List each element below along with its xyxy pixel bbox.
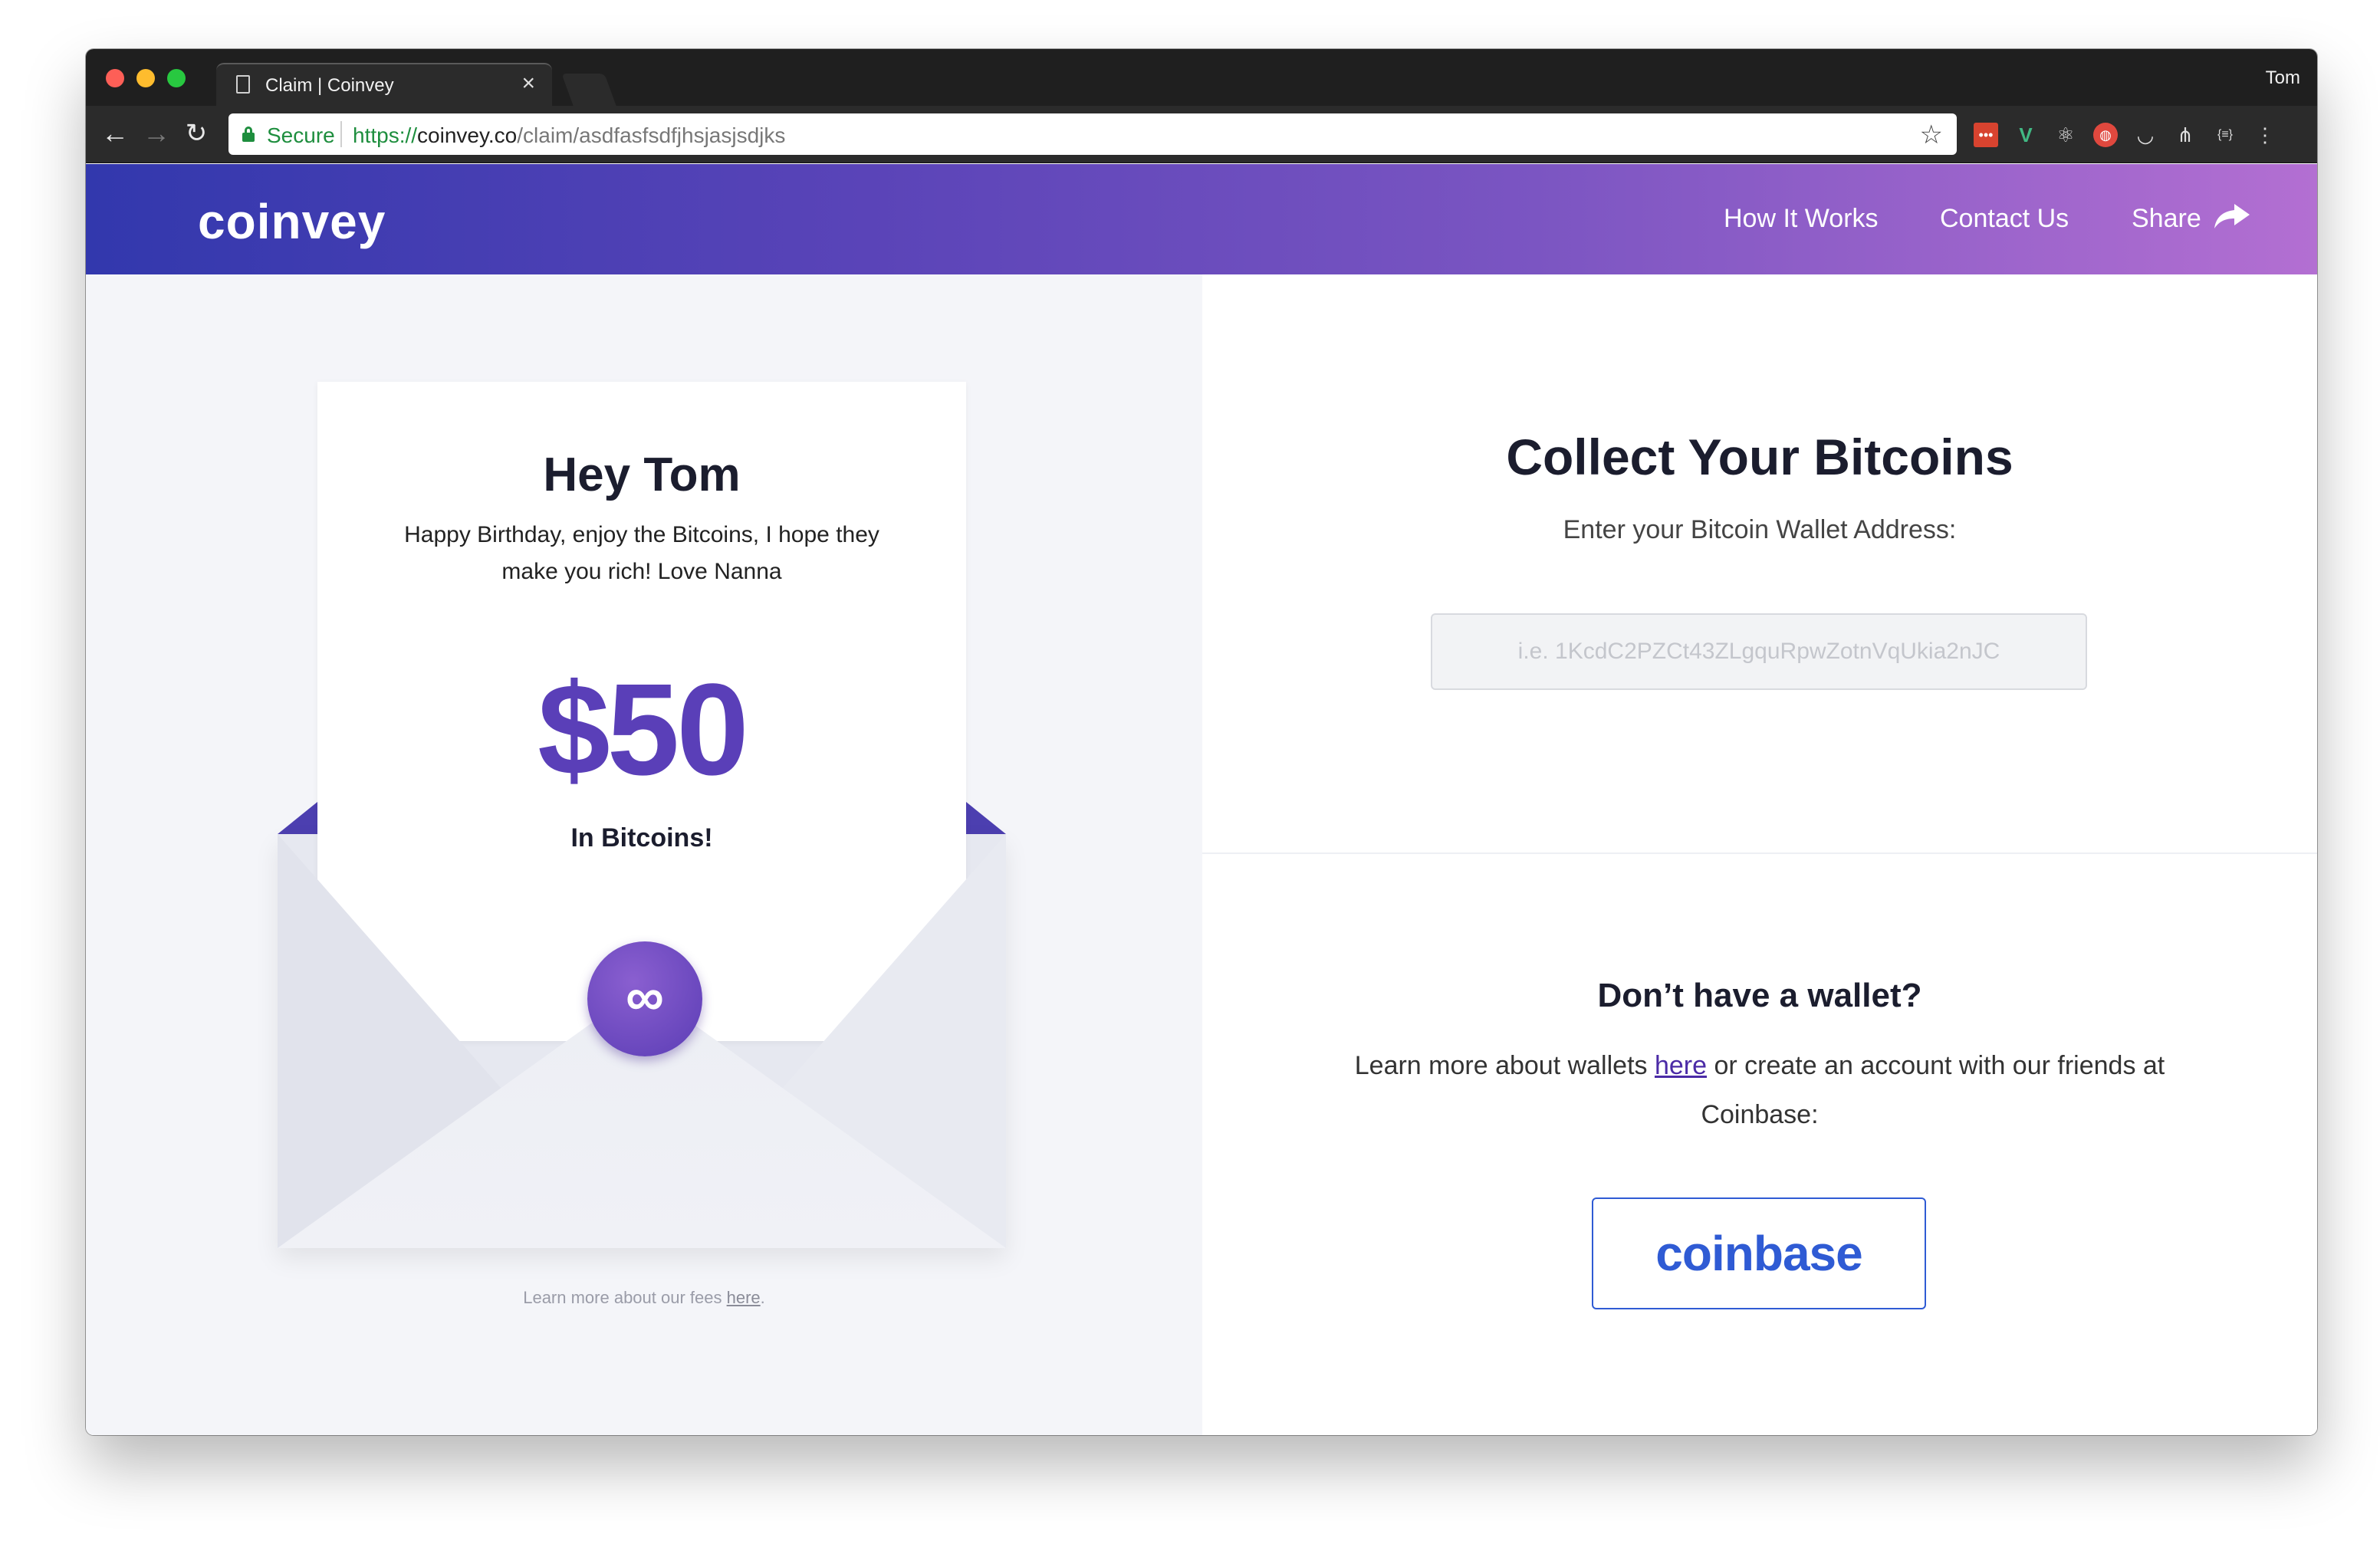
url-text[interactable]: https://coinvey.co/claim/asdfasfsdfjhsja…: [353, 123, 785, 148]
fees-link[interactable]: here: [727, 1288, 761, 1307]
url-scheme: https://: [353, 123, 418, 147]
nav-contact-us[interactable]: Contact Us: [1940, 204, 2069, 234]
json-icon[interactable]: {≡}: [2213, 123, 2237, 147]
back-icon[interactable]: ←: [100, 117, 130, 150]
page-icon: [236, 75, 250, 94]
site-header: coinvey How It Works Contact Us Share: [86, 164, 2317, 274]
fees-note: Learn more about our fees here.: [86, 1288, 1202, 1308]
tab-close-icon[interactable]: ×: [521, 72, 535, 95]
envelope-flap-left: [278, 802, 317, 834]
url-path: /claim/asdfasfsdfjhsjasjsdjks: [517, 123, 786, 147]
react-devtools-icon[interactable]: ⚛: [2053, 123, 2078, 147]
fees-note-suffix: .: [760, 1288, 765, 1307]
ublock-icon[interactable]: ◍: [2093, 123, 2118, 147]
coinbase-logo: coinbase: [1655, 1226, 1862, 1281]
pocket-icon[interactable]: ◡: [2133, 123, 2158, 147]
no-wallet-title: Don’t have a wallet?: [1597, 977, 1922, 1014]
share-arrow-icon[interactable]: [2211, 201, 2251, 232]
collect-pane: Collect Your Bitcoins Enter your Bitcoin…: [1202, 274, 2317, 1435]
collect-title: Collect Your Bitcoins: [1506, 429, 2013, 485]
wallets-link[interactable]: here: [1655, 1051, 1707, 1080]
wallet-help-suffix: or create an account with our friends at…: [1701, 1051, 2165, 1129]
menu-icon[interactable]: ⋮: [2253, 123, 2277, 147]
network-icon[interactable]: ⋔: [2173, 123, 2198, 147]
coinvey-app: coinvey How It Works Contact Us Share He…: [86, 164, 2317, 1435]
envelope: Hey Tom Happy Birthday, enjoy the Bitcoi…: [278, 382, 1014, 1256]
secure-label: Secure: [267, 123, 335, 147]
close-window-button[interactable]: [106, 69, 124, 87]
collect-subtitle: Enter your Bitcoin Wallet Address:: [1563, 515, 1957, 544]
new-tab-button[interactable]: [561, 74, 616, 106]
seal-glyph: ∞: [626, 967, 664, 1027]
maximize-window-button[interactable]: [167, 69, 186, 87]
lock-icon: [242, 126, 255, 142]
url-separator: [340, 121, 342, 147]
browser-tab[interactable]: Claim | Coinvey ×: [216, 63, 552, 107]
wallet-help-text: Learn more about wallets here or create …: [1317, 1041, 2202, 1139]
browser-toolbar: ← → ↻ Secure https://coinvey.co/claim/as…: [86, 106, 2317, 163]
gift-pane: Hey Tom Happy Birthday, enjoy the Bitcoi…: [86, 274, 1202, 1435]
address-bar[interactable]: Secure https://coinvey.co/claim/asdfasfs…: [228, 113, 1957, 155]
minimize-window-button[interactable]: [136, 69, 155, 87]
gift-amount: $50: [537, 657, 749, 803]
wallet-help-prefix: Learn more about wallets: [1354, 1051, 1655, 1080]
star-icon[interactable]: ☆: [1920, 120, 1943, 150]
coinvey-seal-icon: ∞: [587, 941, 702, 1056]
nav-how-it-works[interactable]: How It Works: [1724, 204, 1879, 234]
card-greeting: Hey Tom: [543, 448, 741, 501]
tab-bar: Claim | Coinvey × Tom: [86, 49, 2317, 107]
nav-share[interactable]: Share: [2132, 204, 2201, 234]
reload-icon[interactable]: ↻: [181, 117, 212, 150]
coinbase-button[interactable]: coinbase: [1592, 1197, 1926, 1309]
url-host: coinvey.co: [417, 123, 518, 147]
envelope-flap-right: [966, 802, 1006, 834]
profile-name[interactable]: Tom: [2266, 67, 2300, 89]
card-message: Happy Birthday, enjoy the Bitcoins, I ho…: [404, 522, 879, 584]
section-divider: [1202, 852, 2317, 854]
lastpass-icon[interactable]: •••: [1974, 123, 1998, 147]
tab-title: Claim | Coinvey: [265, 75, 394, 96]
vue-devtools-icon[interactable]: V: [2013, 123, 2038, 147]
coinvey-logo[interactable]: coinvey: [198, 193, 386, 250]
wallet-address-input[interactable]: [1431, 613, 2087, 690]
fees-note-text: Learn more about our fees: [523, 1288, 727, 1307]
forward-icon[interactable]: →: [141, 117, 172, 150]
browser-window: Claim | Coinvey × Tom ← → ↻ Secure https…: [86, 49, 2317, 1435]
